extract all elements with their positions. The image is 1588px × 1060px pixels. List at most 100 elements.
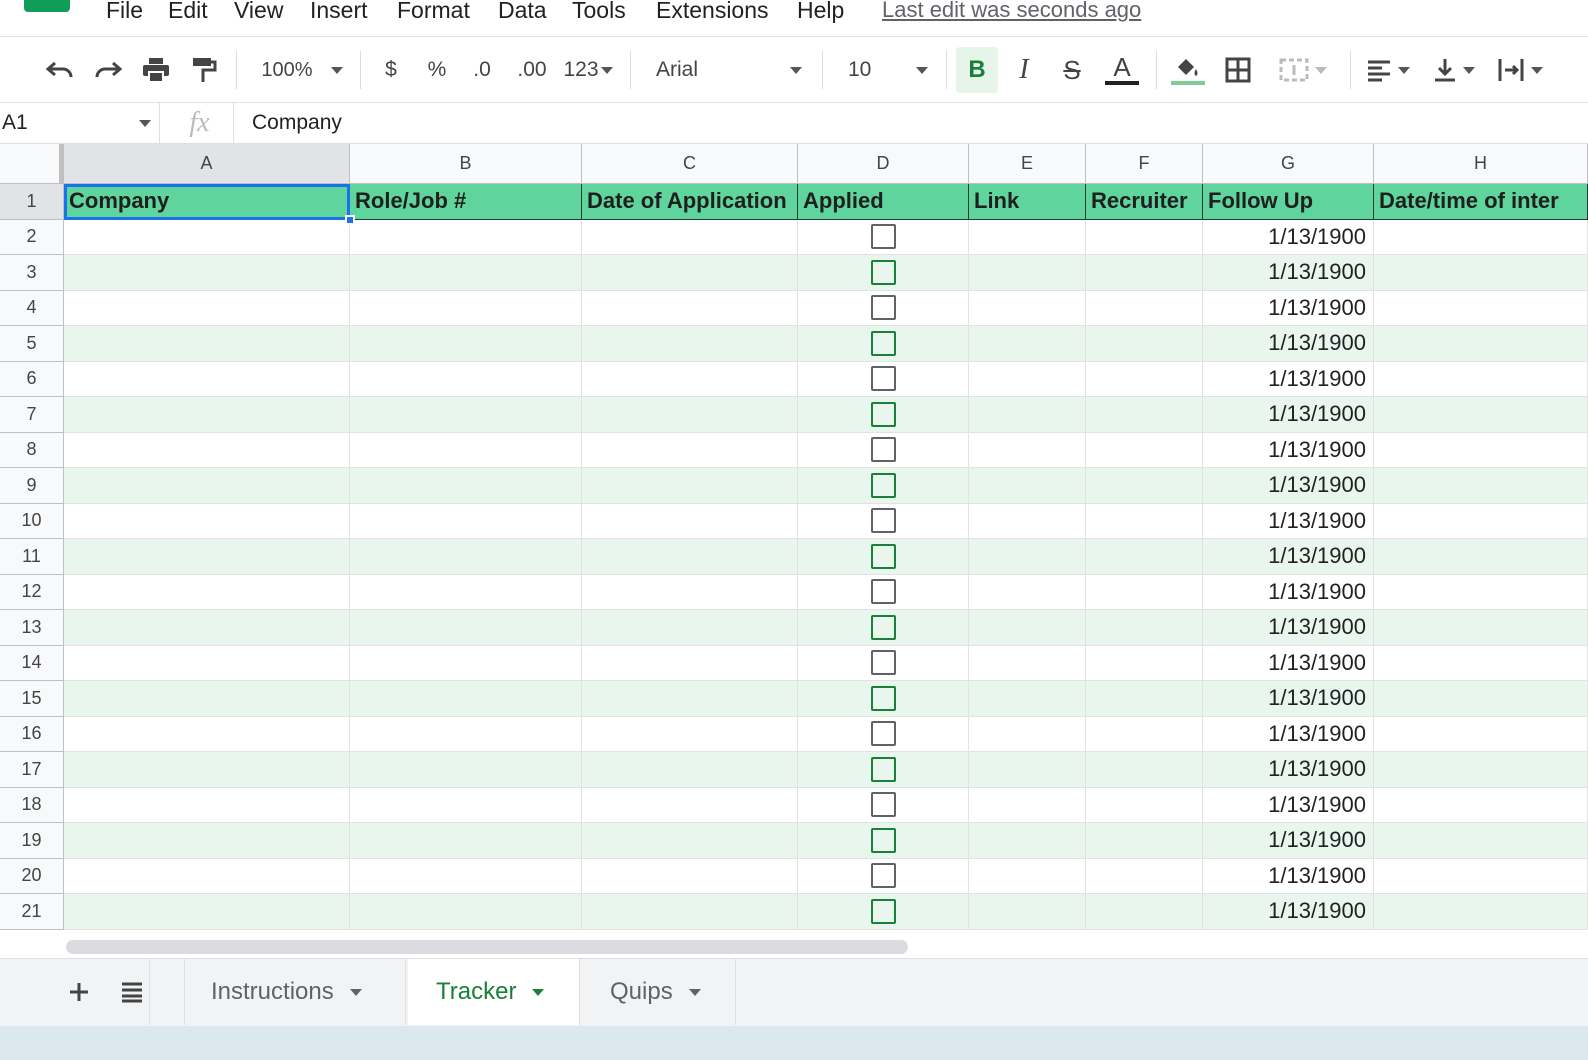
cell-b18[interactable] xyxy=(350,787,582,823)
header-cell-f[interactable]: Recruiter xyxy=(1086,184,1203,220)
cell-g10[interactable]: 1/13/1900 xyxy=(1203,503,1374,539)
header-cell-g[interactable]: Follow Up xyxy=(1203,184,1374,220)
cell-h18[interactable] xyxy=(1374,787,1588,823)
column-header-b[interactable]: B xyxy=(350,144,582,184)
applied-checkbox[interactable] xyxy=(870,330,896,356)
header-cell-a[interactable]: Company xyxy=(64,184,350,220)
cell-c15[interactable] xyxy=(582,681,798,717)
menu-edit[interactable]: Edit xyxy=(168,0,208,22)
cell-a9[interactable] xyxy=(64,468,350,504)
cell-h3[interactable] xyxy=(1374,255,1588,291)
row-header-10[interactable]: 10 xyxy=(0,503,64,539)
cell-e15[interactable] xyxy=(969,681,1086,717)
cell-a12[interactable] xyxy=(64,574,350,610)
cell-b8[interactable] xyxy=(350,432,582,468)
cell-a18[interactable] xyxy=(64,787,350,823)
applied-checkbox[interactable] xyxy=(870,756,896,782)
row-header-20[interactable]: 20 xyxy=(0,858,64,894)
row-header-9[interactable]: 9 xyxy=(0,468,64,504)
cell-f9[interactable] xyxy=(1086,468,1203,504)
cell-c21[interactable] xyxy=(582,894,798,930)
cell-d17[interactable] xyxy=(798,752,969,788)
cell-a16[interactable] xyxy=(64,716,350,752)
menu-insert[interactable]: Insert xyxy=(310,0,368,22)
cell-a5[interactable] xyxy=(64,326,350,362)
zoom-select[interactable]: 100% xyxy=(252,37,352,103)
column-header-c[interactable]: C xyxy=(582,144,798,184)
row-header-13[interactable]: 13 xyxy=(0,610,64,646)
cell-b12[interactable] xyxy=(350,574,582,610)
cell-b6[interactable] xyxy=(350,361,582,397)
cell-d11[interactable] xyxy=(798,539,969,575)
cell-c20[interactable] xyxy=(582,858,798,894)
cell-d16[interactable] xyxy=(798,716,969,752)
decrease-decimal-button[interactable]: .0 xyxy=(464,37,500,103)
row-header-5[interactable]: 5 xyxy=(0,326,64,362)
cell-h20[interactable] xyxy=(1374,858,1588,894)
cell-f16[interactable] xyxy=(1086,716,1203,752)
cell-f13[interactable] xyxy=(1086,610,1203,646)
name-box[interactable]: A1 xyxy=(0,103,160,143)
applied-checkbox[interactable] xyxy=(870,437,896,463)
merge-cells-button[interactable] xyxy=(1268,37,1338,103)
cell-f11[interactable] xyxy=(1086,539,1203,575)
menu-view[interactable]: View xyxy=(234,0,283,22)
header-cell-e[interactable]: Link xyxy=(969,184,1086,220)
column-header-d[interactable]: D xyxy=(798,144,969,184)
row-header-21[interactable]: 21 xyxy=(0,894,64,930)
row-header-16[interactable]: 16 xyxy=(0,716,64,752)
cell-g17[interactable]: 1/13/1900 xyxy=(1203,752,1374,788)
more-formats-button[interactable]: 123 xyxy=(560,37,616,103)
cell-c5[interactable] xyxy=(582,326,798,362)
column-header-h[interactable]: H xyxy=(1374,144,1588,184)
cell-g11[interactable]: 1/13/1900 xyxy=(1203,539,1374,575)
currency-button[interactable]: $ xyxy=(376,37,406,103)
cell-h2[interactable] xyxy=(1374,219,1588,255)
sheet-tab-quips[interactable]: Quips xyxy=(582,959,736,1025)
percent-button[interactable]: % xyxy=(422,37,452,103)
last-edit-link[interactable]: Last edit was seconds ago xyxy=(882,0,1141,21)
all-sheets-button[interactable] xyxy=(114,959,150,1025)
cell-h17[interactable] xyxy=(1374,752,1588,788)
cell-c14[interactable] xyxy=(582,645,798,681)
cell-d6[interactable] xyxy=(798,361,969,397)
column-header-a[interactable]: A xyxy=(64,144,350,184)
cell-f21[interactable] xyxy=(1086,894,1203,930)
cell-c7[interactable] xyxy=(582,397,798,433)
cell-b13[interactable] xyxy=(350,610,582,646)
row-header-7[interactable]: 7 xyxy=(0,397,64,433)
cell-b21[interactable] xyxy=(350,894,582,930)
cell-e6[interactable] xyxy=(969,361,1086,397)
cell-h16[interactable] xyxy=(1374,716,1588,752)
cell-c11[interactable] xyxy=(582,539,798,575)
column-header-f[interactable]: F xyxy=(1086,144,1203,184)
cell-h14[interactable] xyxy=(1374,645,1588,681)
cell-f4[interactable] xyxy=(1086,290,1203,326)
cell-h9[interactable] xyxy=(1374,468,1588,504)
row-header-15[interactable]: 15 xyxy=(0,681,64,717)
menu-data[interactable]: Data xyxy=(498,0,547,22)
sheet-tab-tracker[interactable]: Tracker xyxy=(408,959,580,1025)
cell-f14[interactable] xyxy=(1086,645,1203,681)
header-cell-c[interactable]: Date of Application xyxy=(582,184,798,220)
cell-b11[interactable] xyxy=(350,539,582,575)
cell-d13[interactable] xyxy=(798,610,969,646)
cell-c13[interactable] xyxy=(582,610,798,646)
cell-c4[interactable] xyxy=(582,290,798,326)
fill-handle[interactable] xyxy=(345,214,355,225)
cell-a2[interactable] xyxy=(64,219,350,255)
applied-checkbox[interactable] xyxy=(870,366,896,392)
applied-checkbox[interactable] xyxy=(870,614,896,640)
cell-e9[interactable] xyxy=(969,468,1086,504)
cell-a3[interactable] xyxy=(64,255,350,291)
cell-c16[interactable] xyxy=(582,716,798,752)
cell-f12[interactable] xyxy=(1086,574,1203,610)
cell-f5[interactable] xyxy=(1086,326,1203,362)
add-sheet-button[interactable] xyxy=(62,959,96,1025)
cell-a10[interactable] xyxy=(64,503,350,539)
cell-f8[interactable] xyxy=(1086,432,1203,468)
cell-g4[interactable]: 1/13/1900 xyxy=(1203,290,1374,326)
cell-h19[interactable] xyxy=(1374,823,1588,859)
cell-a7[interactable] xyxy=(64,397,350,433)
cell-c18[interactable] xyxy=(582,787,798,823)
